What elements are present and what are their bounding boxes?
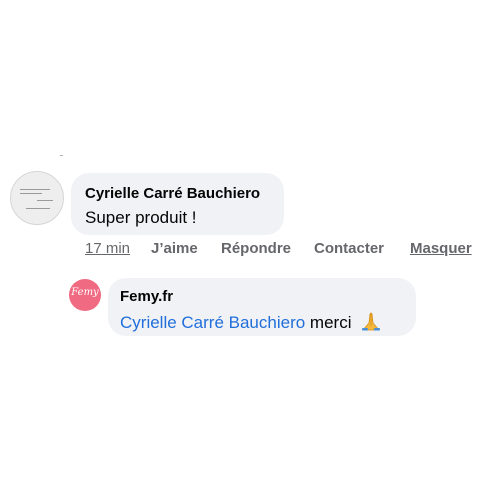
comment-author[interactable]: Cyrielle Carré Bauchiero (85, 185, 260, 202)
mention-link[interactable]: Cyrielle Carré Bauchiero (120, 313, 305, 332)
femy-logo-text: Femy (71, 287, 99, 298)
comment-bubble: Cyrielle Carré Bauchiero Super produit ! (71, 173, 284, 235)
reply-bubble: Femy.fr Cyrielle Carré Bauchiero merci (108, 278, 416, 336)
quote-text-line (37, 200, 53, 201)
reply-message: merci (309, 313, 352, 332)
quote-text-line (26, 208, 50, 209)
commenter-avatar[interactable] (10, 171, 64, 225)
quote-text-line (20, 189, 50, 190)
contact-button[interactable]: Contacter (314, 240, 384, 257)
folded-hands-icon (360, 311, 382, 336)
reply-text: Cyrielle Carré Bauchiero merci (120, 311, 382, 336)
comment-thread: Cyrielle Carré Bauchiero Super produit !… (0, 0, 500, 500)
comment-timestamp[interactable]: 17 min (85, 240, 130, 257)
divider-dot (60, 155, 63, 156)
quote-text-line (20, 193, 42, 194)
comment-text: Super produit ! (85, 208, 197, 227)
like-button[interactable]: J’aime (151, 240, 198, 257)
hide-button[interactable]: Masquer (410, 240, 472, 257)
page-avatar[interactable]: Femy (69, 279, 101, 311)
reply-author[interactable]: Femy.fr (120, 288, 173, 305)
reply-button[interactable]: Répondre (221, 240, 291, 257)
